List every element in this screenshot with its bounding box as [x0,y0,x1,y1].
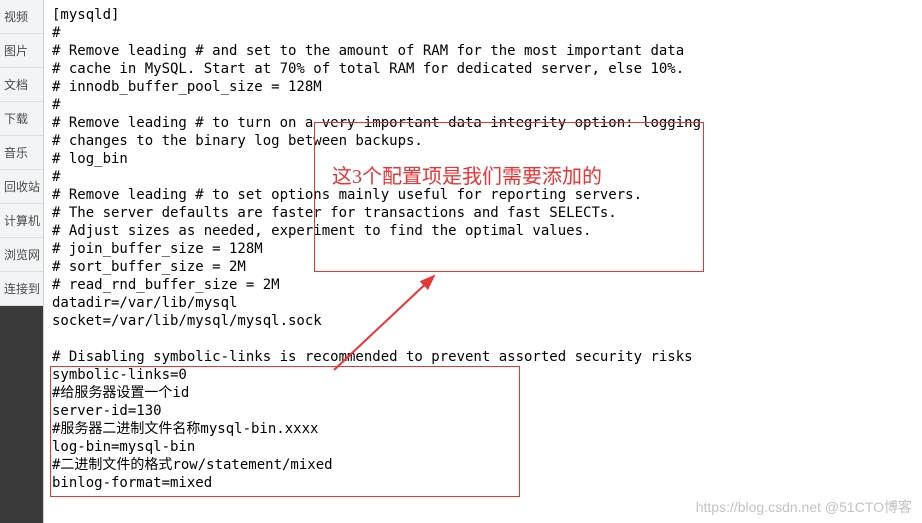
sidebar-item-pictures[interactable]: 图片 [0,34,43,68]
main-editor: [mysqld] # # Remove leading # and set to… [44,0,922,523]
sidebar-item-documents[interactable]: 文档 [0,68,43,102]
sidebar-spacer [0,306,43,523]
sidebar-item-downloads[interactable]: 下载 [0,102,43,136]
watermark: https://blog.csdn.net @51CTO博客 [696,497,912,517]
sidebar-item-videos[interactable]: 视频 [0,0,43,34]
sidebar-item-browse[interactable]: 浏览网 [0,238,43,272]
sidebar: 视频 图片 文档 下载 音乐 回收站 计算机 浏览网 连接到 [0,0,44,523]
sidebar-item-computer[interactable]: 计算机 [0,204,43,238]
sidebar-item-music[interactable]: 音乐 [0,136,43,170]
config-text: [mysqld] # # Remove leading # and set to… [52,6,914,492]
sidebar-item-recyclebin[interactable]: 回收站 [0,170,43,204]
root: 视频 图片 文档 下载 音乐 回收站 计算机 浏览网 连接到 [mysqld] … [0,0,922,523]
sidebar-item-connect[interactable]: 连接到 [0,272,43,306]
